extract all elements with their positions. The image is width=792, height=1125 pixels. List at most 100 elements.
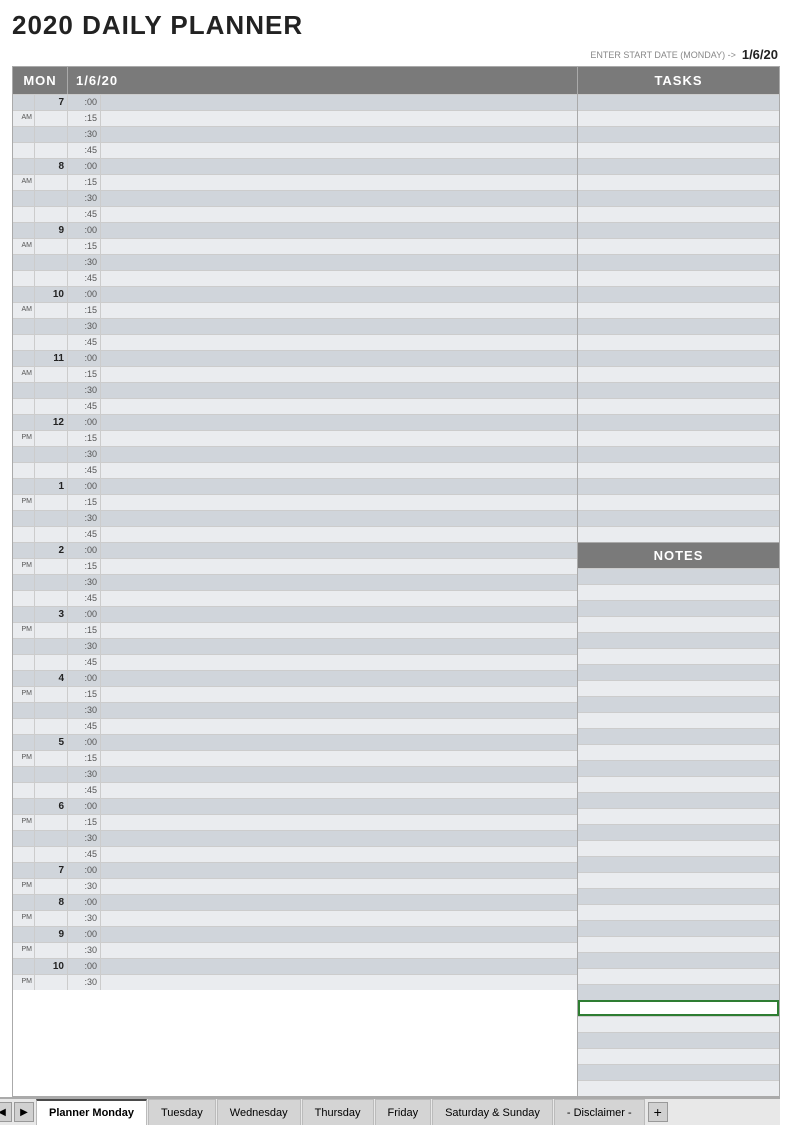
task-row[interactable] [578,286,779,302]
note-row[interactable] [578,584,779,600]
event-cell[interactable] [101,847,577,862]
task-row[interactable] [578,222,779,238]
note-row[interactable] [578,888,779,904]
note-row[interactable] [578,1048,779,1064]
note-row[interactable] [578,728,779,744]
note-row[interactable] [578,792,779,808]
task-row[interactable] [578,142,779,158]
task-row[interactable] [578,478,779,494]
note-row[interactable] [578,616,779,632]
task-row[interactable] [578,494,779,510]
task-row[interactable] [578,366,779,382]
note-row[interactable] [578,856,779,872]
event-cell[interactable] [101,415,577,430]
note-row[interactable] [578,600,779,616]
task-row[interactable] [578,110,779,126]
event-cell[interactable] [101,447,577,462]
event-cell[interactable] [101,431,577,446]
note-row[interactable] [578,872,779,888]
note-row[interactable] [578,904,779,920]
tab-tuesday[interactable]: Tuesday [148,1099,216,1125]
note-row[interactable] [578,760,779,776]
start-date-value[interactable]: 1/6/20 [742,47,778,62]
event-cell[interactable] [101,223,577,238]
event-cell[interactable] [101,543,577,558]
tab-planner-monday[interactable]: Planner Monday [36,1099,147,1125]
task-row[interactable] [578,398,779,414]
tab-thursday[interactable]: Thursday [302,1099,374,1125]
event-cell[interactable] [101,671,577,686]
event-cell[interactable] [101,303,577,318]
event-cell[interactable] [101,111,577,126]
tab-nav-left[interactable]: ◀ [0,1102,12,1122]
note-row[interactable] [578,1064,779,1080]
event-cell[interactable] [101,351,577,366]
note-row[interactable] [578,824,779,840]
tab-saturday-sunday[interactable]: Saturday & Sunday [432,1099,553,1125]
task-row[interactable] [578,414,779,430]
tab-nav-right[interactable]: ▶ [14,1102,34,1122]
event-cell[interactable] [101,799,577,814]
event-cell[interactable] [101,591,577,606]
event-cell[interactable] [101,703,577,718]
event-cell[interactable] [101,319,577,334]
event-cell[interactable] [101,399,577,414]
note-row[interactable] [578,840,779,856]
task-row[interactable] [578,334,779,350]
note-row[interactable] [578,680,779,696]
note-row[interactable] [578,1080,779,1096]
note-row[interactable] [578,936,779,952]
task-row[interactable] [578,350,779,366]
task-row[interactable] [578,430,779,446]
note-row[interactable] [578,744,779,760]
event-cell[interactable] [101,959,577,974]
task-row[interactable] [578,206,779,222]
event-cell[interactable] [101,783,577,798]
task-row[interactable] [578,446,779,462]
note-row[interactable] [578,1016,779,1032]
event-cell[interactable] [101,255,577,270]
note-row[interactable] [578,920,779,936]
event-cell[interactable] [101,927,577,942]
task-row[interactable] [578,126,779,142]
event-cell[interactable] [101,607,577,622]
note-row[interactable] [578,952,779,968]
event-cell[interactable] [101,719,577,734]
event-cell[interactable] [101,511,577,526]
event-cell[interactable] [101,271,577,286]
event-cell[interactable] [101,175,577,190]
event-cell[interactable] [101,143,577,158]
event-cell[interactable] [101,95,577,110]
task-row[interactable] [578,174,779,190]
note-row-active[interactable] [578,1000,779,1016]
event-cell[interactable] [101,751,577,766]
tab-add-button[interactable]: + [648,1102,668,1122]
event-cell[interactable] [101,895,577,910]
note-row[interactable] [578,984,779,1000]
note-row[interactable] [578,712,779,728]
task-row[interactable] [578,526,779,542]
task-row[interactable] [578,270,779,286]
event-cell[interactable] [101,735,577,750]
event-cell[interactable] [101,863,577,878]
note-row[interactable] [578,632,779,648]
event-cell[interactable] [101,495,577,510]
event-cell[interactable] [101,287,577,302]
task-row[interactable] [578,158,779,174]
tab-friday[interactable]: Friday [375,1099,432,1125]
task-row[interactable] [578,302,779,318]
note-row[interactable] [578,664,779,680]
task-row[interactable] [578,94,779,110]
task-row[interactable] [578,382,779,398]
event-cell[interactable] [101,191,577,206]
event-cell[interactable] [101,943,577,958]
note-row[interactable] [578,776,779,792]
event-cell[interactable] [101,767,577,782]
note-row[interactable] [578,1032,779,1048]
event-cell[interactable] [101,479,577,494]
event-cell[interactable] [101,463,577,478]
event-cell[interactable] [101,527,577,542]
task-row[interactable] [578,238,779,254]
event-cell[interactable] [101,911,577,926]
event-cell[interactable] [101,975,577,990]
